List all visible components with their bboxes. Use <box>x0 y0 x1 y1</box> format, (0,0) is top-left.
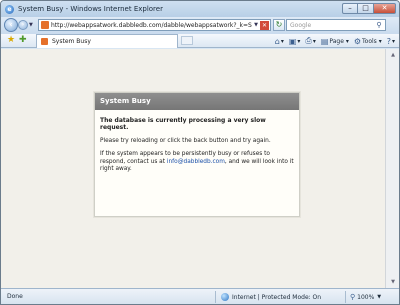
maximize-button[interactable]: □ <box>358 3 374 14</box>
window-controls: – □ ✕ <box>342 3 396 14</box>
stop-icon[interactable]: ✕ <box>260 20 269 30</box>
print-button[interactable]: ⎙ ▾ <box>305 36 315 46</box>
help-icon: ? <box>386 36 391 46</box>
tab-favicon-icon <box>41 38 48 45</box>
dialog-title: System Busy <box>95 93 299 110</box>
tab-label: System Busy <box>52 38 91 45</box>
search-icon[interactable]: ⚲ <box>373 21 385 29</box>
zoom-icon: ⚲ <box>350 293 356 301</box>
status-divider <box>215 291 216 303</box>
window-title: System Busy - Windows Internet Explorer <box>18 5 163 13</box>
history-dropdown-icon[interactable]: ▼ <box>29 22 33 28</box>
tools-menu-label: Tools <box>362 37 377 45</box>
close-button[interactable]: ✕ <box>374 3 396 14</box>
navigation-bar: ‹ › ▼ http://webappsatwork.dabbledb.com/… <box>1 17 399 34</box>
minimize-button[interactable]: – <box>342 3 358 14</box>
scroll-up-icon[interactable]: ▲ <box>387 49 399 61</box>
help-button[interactable]: ? ▾ <box>387 37 395 46</box>
tab-system-busy[interactable]: System Busy <box>36 34 178 48</box>
page-icon: ▤ <box>320 36 329 46</box>
printer-icon: ⎙ <box>305 36 312 45</box>
address-bar[interactable]: http://webappsatwork.dabbledb.com/dabble… <box>38 19 271 31</box>
search-input[interactable] <box>287 20 373 30</box>
globe-icon <box>221 293 229 301</box>
zoom-control[interactable]: ⚲ 100% ▼ <box>350 293 381 301</box>
dialog-headline: The database is currently processing a v… <box>100 117 266 132</box>
address-dropdown-icon[interactable]: ▼ <box>252 22 260 28</box>
page-menu[interactable]: ▤ Page ▾ <box>321 37 349 46</box>
home-icon: ⌂ <box>274 36 280 46</box>
home-button[interactable]: ⌂ ▾ <box>275 37 284 46</box>
status-divider <box>345 291 346 303</box>
gear-icon: ⚙ <box>353 36 362 46</box>
command-tools: ⌂ ▾ ▣ ▾ ⎙ ▾ ▤ Page ▾ ⚙ Tools ▾ ? ▾ <box>270 35 395 47</box>
title-bar[interactable]: e System Busy - Windows Internet Explore… <box>1 1 399 17</box>
tools-menu[interactable]: ⚙ Tools ▾ <box>354 37 382 46</box>
status-text: Done <box>7 293 23 300</box>
contact-email-link[interactable]: info@dabbledb.com <box>167 159 225 165</box>
zoom-level: 100% <box>357 293 375 301</box>
command-bar: ★ ✚ System Busy ⌂ ▾ ▣ ▾ ⎙ ▾ ▤ Page ▾ ⚙ Tools … <box>1 34 399 48</box>
ie-logo-icon: e <box>5 4 14 14</box>
system-busy-dialog: System Busy The database is currently pr… <box>94 92 300 217</box>
zoom-dropdown-icon[interactable]: ▼ <box>377 294 381 300</box>
add-favorites-icon[interactable]: ✚ <box>19 35 27 46</box>
security-zone[interactable]: Internet | Protected Mode: On <box>221 293 321 301</box>
zone-text: Internet | Protected Mode: On <box>232 293 322 301</box>
forward-button[interactable]: › <box>18 20 28 30</box>
address-url[interactable]: http://webappsatwork.dabbledb.com/dabble… <box>51 22 252 29</box>
vertical-scrollbar[interactable]: ▲ ▼ <box>385 49 399 288</box>
feeds-icon: ▣ <box>288 36 297 46</box>
refresh-button[interactable]: ↻ <box>273 19 285 31</box>
dialog-retry-text: Please try reloading or click the back b… <box>100 137 271 144</box>
favorites-star-icon[interactable]: ★ <box>7 35 15 46</box>
feeds-button[interactable]: ▣ ▾ <box>289 37 301 46</box>
scroll-down-icon[interactable]: ▼ <box>387 276 399 288</box>
page-content: System Busy The database is currently pr… <box>1 49 385 288</box>
site-favicon-icon <box>41 21 49 29</box>
browser-window: e System Busy - Windows Internet Explore… <box>0 0 400 305</box>
dialog-body: The database is currently processing a v… <box>95 110 299 173</box>
search-box[interactable]: ⚲ <box>286 19 386 31</box>
page-menu-label: Page <box>329 37 344 45</box>
dialog-contact-text: If the system appears to be persistently… <box>100 151 294 173</box>
status-bar: Done Internet | Protected Mode: On ⚲ 100… <box>1 288 399 304</box>
back-button[interactable]: ‹ <box>4 18 18 32</box>
new-tab-button[interactable] <box>181 36 193 45</box>
